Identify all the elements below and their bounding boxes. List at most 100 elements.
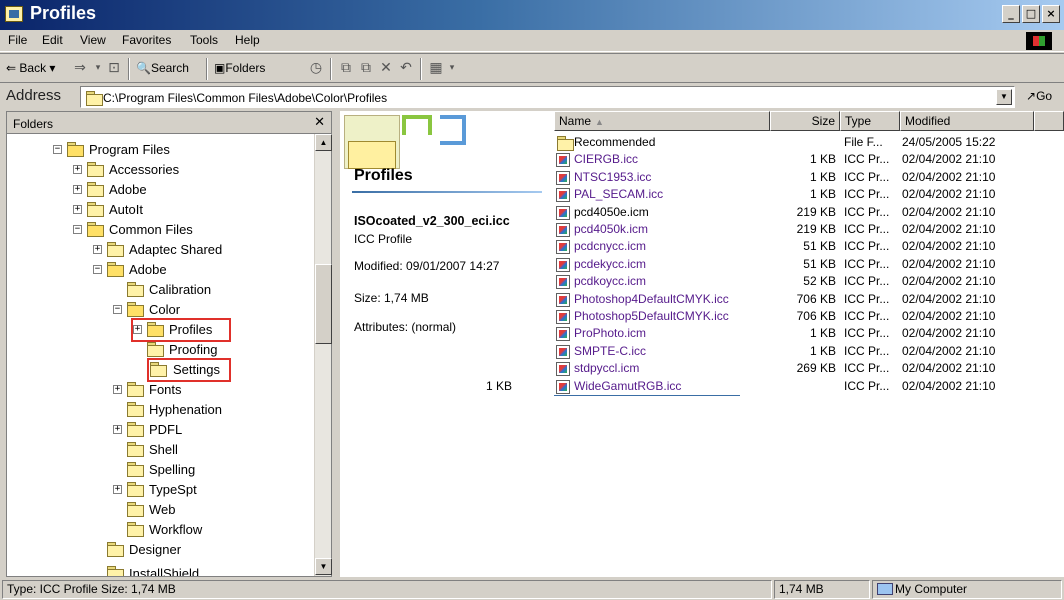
status-bar: Type: ICC Profile Size: 1,74 MB 1,74 MB … [0, 578, 1064, 600]
file-row[interactable]: ProPhoto.icm 1 KB ICC Pr... 02/04/2002 21:1… [554, 326, 1064, 343]
file-row[interactable]: pcdekycc.icm 51 KB ICC Pr... 02/04/2002 21:… [554, 257, 1064, 274]
file-row[interactable]: SMPTE-C.icc 1 KB ICC Pr... 02/04/2002 21:10 [554, 344, 1064, 361]
folder-icon [556, 136, 574, 151]
history-icon[interactable]: ◷ [308, 60, 324, 76]
details-panel: Profiles ISOcoated_v2_300_eci.icc ICC Pr… [340, 111, 554, 577]
file-row[interactable]: Recommended File F... 24/05/2005 15:22 [554, 135, 1064, 152]
menu-help[interactable]: Help [235, 33, 260, 47]
address-dropdown-button[interactable]: ▼ [996, 89, 1012, 105]
address-input[interactable]: C:\Program Files\Common Files\Adobe\Colo… [80, 86, 1015, 108]
file-row[interactable]: pcd4050e.icm 219 KB ICC Pr... 02/04/2002 21… [554, 205, 1064, 222]
folder-icon [126, 422, 144, 437]
folder-icon [86, 202, 104, 217]
expand-icon[interactable]: + [113, 485, 122, 494]
menu-edit[interactable]: Edit [42, 33, 63, 47]
file-type: ICC Pr... [844, 222, 890, 236]
icc-profile-icon [556, 223, 570, 237]
expand-icon[interactable]: + [73, 205, 82, 214]
collapse-icon[interactable]: − [53, 145, 62, 154]
file-size: 1 KB [809, 343, 836, 358]
menu-tools[interactable]: Tools [190, 33, 218, 47]
collapse-icon[interactable]: − [73, 225, 82, 234]
tree-item-label: Proofing [169, 342, 218, 357]
expand-icon[interactable]: + [73, 185, 82, 194]
move-to-icon[interactable]: ⧉ [338, 60, 354, 76]
folder-icon [126, 282, 144, 297]
search-label: Search [150, 61, 189, 75]
file-row[interactable]: pcdkoycc.icm 52 KB ICC Pr... 02/04/2002 21:… [554, 274, 1064, 291]
expand-icon[interactable]: + [133, 325, 142, 334]
address-path: C:\Program Files\Common Files\Adobe\Colo… [103, 91, 388, 105]
file-row[interactable]: stdpyccl.icm 269 KB ICC Pr... 02/04/2002 21… [554, 361, 1064, 378]
maximize-button[interactable]: □ [1022, 5, 1040, 23]
folder-icon [106, 566, 124, 576]
delete-icon[interactable]: ✕ [378, 60, 394, 76]
undo-icon[interactable]: ↶ [398, 60, 414, 76]
file-size: 1 KB [809, 326, 836, 341]
icc-profile-icon [556, 170, 570, 185]
expand-icon[interactable]: + [113, 385, 122, 394]
go-button[interactable]: ↗Go [1026, 89, 1052, 103]
search-button[interactable]: 🔍Search [136, 61, 189, 75]
column-name[interactable]: Name ▲ [554, 111, 770, 131]
icc-profile-icon [556, 344, 570, 359]
folders-scrollbar[interactable]: ▲ ▼ [314, 134, 332, 576]
column-type[interactable]: Type [840, 111, 900, 131]
collapse-icon[interactable]: − [93, 265, 102, 274]
file-list: Name ▲ Size Type Modified Recommended File… [486, 111, 1064, 577]
folders-button[interactable]: ▣Folders [214, 61, 265, 75]
file-name: pcdkoycc.icm [574, 274, 647, 289]
forward-icon[interactable]: ⇒ [72, 60, 88, 76]
collapse-icon[interactable]: − [113, 305, 122, 314]
file-row[interactable]: pcd4050k.icm 219 KB ICC Pr... 02/04/2002 21… [554, 222, 1064, 239]
expand-icon[interactable]: + [93, 245, 102, 254]
column-modified[interactable]: Modified [900, 111, 1034, 131]
menu-view[interactable]: View [80, 33, 106, 47]
close-pane-icon[interactable]: ✕ [314, 114, 325, 130]
views-icon[interactable]: ▦ [428, 60, 444, 76]
file-row[interactable]: Photoshop4DefaultCMYK.icc 706 KB ICC Pr...… [554, 292, 1064, 309]
file-size: 706 KB [796, 291, 836, 306]
details-file-name: ISOcoated_v2_300_eci.icc [354, 214, 510, 228]
menu-favorites[interactable]: Favorites [122, 33, 171, 47]
up-folder-icon[interactable]: ⊡ [106, 60, 122, 76]
back-button[interactable]: ⇐ Back ▾ [6, 61, 55, 75]
column-extra [1034, 111, 1064, 131]
file-name: CIERGB.icc [574, 152, 639, 167]
file-modified: 02/04/2002 21:10 [902, 291, 996, 306]
file-row[interactable]: CIERGB.icc 1 KB ICC Pr... 02/04/2002 21:10 [554, 152, 1064, 169]
file-row[interactable]: Photoshop5DefaultCMYK.icc 706 KB ICC Pr...… [554, 309, 1064, 326]
expand-icon[interactable]: + [113, 425, 122, 434]
tree-item-label: Calibration [149, 282, 212, 297]
tree-item-settings[interactable]: Settings [147, 358, 231, 382]
tree-item-profiles[interactable]: + Profiles [131, 318, 231, 342]
file-type: ICC Pr... [844, 343, 890, 358]
file-name: stdpyccl.icm [574, 361, 640, 376]
title-bar: Profiles _ □ × [0, 0, 1064, 30]
tree-item-label: Spelling [149, 462, 196, 477]
minimize-button[interactable]: _ [1002, 5, 1020, 23]
tree-item-label: Designer [129, 542, 182, 557]
column-size[interactable]: Size [770, 111, 840, 131]
scroll-down-button[interactable]: ▼ [315, 558, 332, 575]
tree-item-label: PDFL [149, 422, 183, 437]
file-size: 219 KB [796, 204, 836, 219]
scroll-up-button[interactable]: ▲ [315, 134, 332, 151]
file-name: Photoshop5DefaultCMYK.icc [574, 309, 729, 323]
file-row[interactable]: WideGamutRGB.icc 1 KB ICC Pr... 02/04/2002 … [486, 379, 995, 396]
file-row[interactable]: pcdcnycc.icm 51 KB ICC Pr... 02/04/2002 21:… [554, 239, 1064, 256]
views-dropdown-icon[interactable]: ▾ [444, 60, 460, 76]
icc-profile-icon [556, 188, 570, 203]
file-row[interactable]: PAL_SECAM.icc 1 KB ICC Pr... 02/04/2002 21:… [554, 187, 1064, 204]
expand-icon[interactable]: + [73, 165, 82, 174]
scroll-thumb[interactable] [315, 264, 332, 344]
file-row[interactable]: NTSC1953.icc 1 KB ICC Pr... 02/04/2002 21:1… [554, 170, 1064, 187]
folder-icon [126, 402, 144, 417]
copy-to-icon[interactable]: ⧉ [358, 60, 374, 76]
menu-file[interactable]: File [8, 33, 27, 47]
close-button[interactable]: × [1042, 5, 1060, 23]
file-type: ICC Pr... [844, 152, 890, 167]
forward-dropdown-icon[interactable]: ▾ [90, 60, 106, 76]
folder-tree: − Program Files + Accessories + Adobe + Auto… [7, 134, 315, 576]
icc-profile-icon [556, 292, 570, 307]
